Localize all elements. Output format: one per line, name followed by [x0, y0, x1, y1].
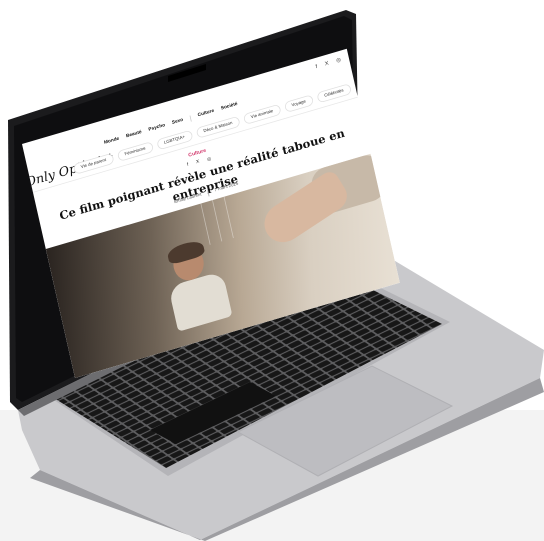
instagram-icon[interactable]: ◎	[336, 56, 342, 64]
chip-deco-maison[interactable]: Déco & Maison	[195, 115, 241, 139]
byline-divider	[207, 190, 210, 197]
share-instagram-icon[interactable]: ◎	[207, 156, 212, 163]
nav-item-beaute[interactable]: Beauté	[126, 130, 143, 141]
nav-item-psycho[interactable]: Psycho	[148, 123, 166, 134]
share-facebook-icon[interactable]: f	[187, 163, 189, 169]
nav-item-monde[interactable]: Monde	[104, 136, 120, 146]
chip-vie-animale[interactable]: Vie animale	[242, 103, 282, 125]
x-icon[interactable]: X	[324, 60, 329, 66]
nav-item-societe[interactable]: Société	[221, 102, 239, 113]
nav-divider	[189, 115, 192, 122]
share-x-icon[interactable]: X	[196, 159, 200, 165]
nav-item-culture[interactable]: Culture	[197, 109, 215, 120]
nav-item-sexo[interactable]: Sexo	[172, 118, 184, 127]
facebook-icon[interactable]: f	[315, 64, 318, 70]
